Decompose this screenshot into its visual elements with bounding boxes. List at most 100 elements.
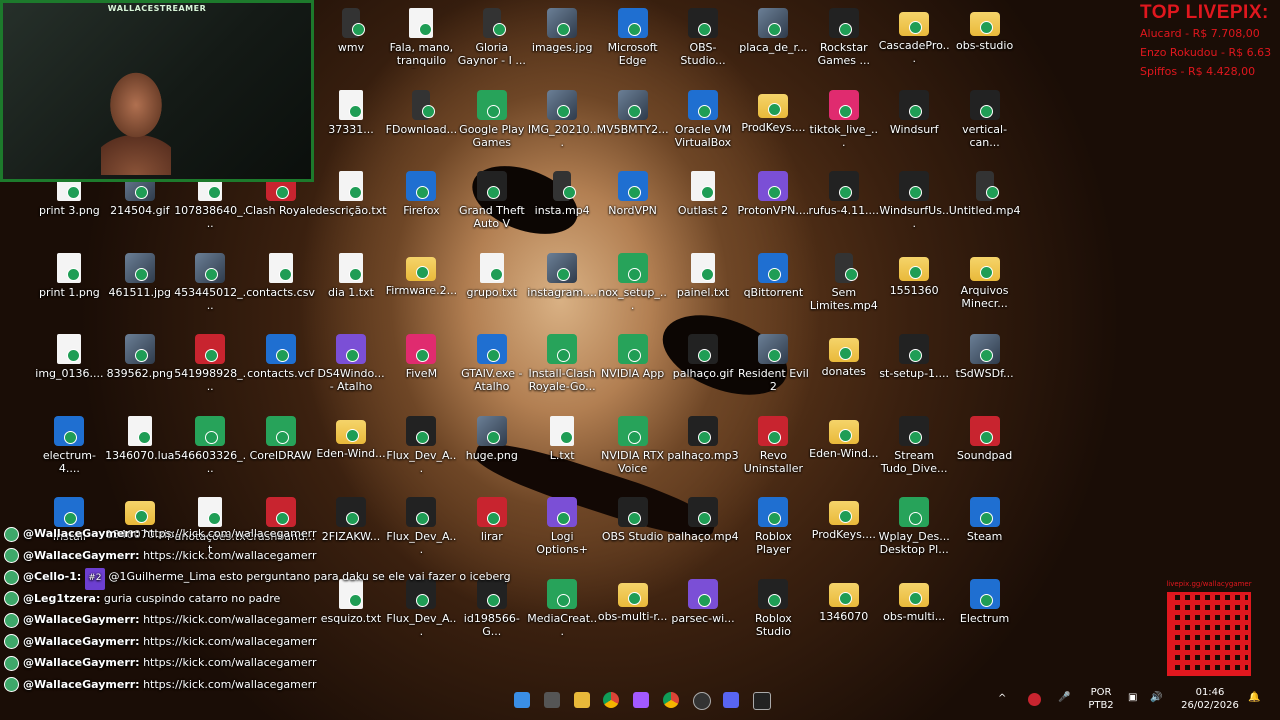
- desktop-icon[interactable]: rufus-4.11....: [808, 171, 880, 217]
- desktop-icon[interactable]: contacts.vcf: [245, 334, 317, 380]
- desktop-icon[interactable]: 1346070.lua: [104, 415, 176, 462]
- desktop-icon[interactable]: img_0136....: [33, 334, 105, 380]
- desktop-icon[interactable]: palhaço.gif: [667, 334, 739, 380]
- desktop-icon[interactable]: palhaço.mp4: [667, 497, 739, 543]
- desktop-icon[interactable]: Install-Clash Royale-Go...: [526, 334, 598, 393]
- desktop-icon[interactable]: Revo Uninstaller: [737, 415, 809, 475]
- desktop-icon[interactable]: dia 1.txt: [315, 252, 387, 299]
- desktop-icon[interactable]: obs-multi-r...: [597, 579, 669, 623]
- desktop-icon[interactable]: NVIDIA App: [597, 334, 669, 380]
- desktop-icon[interactable]: Untitled.mp4: [949, 171, 1021, 217]
- terminal-icon[interactable]: [753, 692, 771, 710]
- desktop-icon[interactable]: 546603326_...: [174, 415, 246, 475]
- desktop-icon[interactable]: 1551360: [878, 253, 950, 297]
- desktop-icon[interactable]: 461511.jpg: [104, 252, 176, 299]
- desktop-icon[interactable]: FDownload...: [385, 89, 457, 136]
- network-icon[interactable]: ▣: [1128, 691, 1137, 704]
- desktop-icon[interactable]: 1346070: [808, 579, 880, 623]
- desktop-icon[interactable]: ProdKeys....: [808, 497, 880, 541]
- desktop-icon[interactable]: FiveM: [385, 334, 457, 380]
- desktop-icon[interactable]: descrição.txt: [315, 171, 387, 217]
- desktop-icon[interactable]: 453445012_...: [174, 252, 246, 312]
- desktop-icon[interactable]: Microsoft Edge: [597, 8, 669, 67]
- desktop-icon[interactable]: Google Play Games: [456, 89, 528, 149]
- desktop-icon[interactable]: Logi Options+: [526, 497, 598, 556]
- desktop-icon[interactable]: 37331...: [315, 89, 387, 136]
- desktop-icon[interactable]: donates: [808, 334, 880, 378]
- desktop-icon[interactable]: palhaço.mp3: [667, 415, 739, 462]
- desktop-icon[interactable]: Rockstar Games ...: [808, 8, 880, 67]
- chrome-icon[interactable]: [603, 692, 619, 708]
- desktop-icon[interactable]: Wplay_Des... Desktop Pl...: [878, 497, 950, 556]
- desktop-icon[interactable]: obs-multi...: [878, 579, 950, 623]
- desktop-icon[interactable]: DS4Windo... - Atalho: [315, 334, 387, 393]
- desktop-icon[interactable]: IMG_20210...: [526, 89, 598, 149]
- desktop-icon[interactable]: st-setup-1....: [878, 334, 950, 380]
- notification-bell-icon[interactable]: 🔔: [1248, 691, 1260, 704]
- desktop-icon[interactable]: Firmware.2...: [385, 253, 457, 297]
- desktop-icon[interactable]: Roblox Studio: [737, 578, 809, 638]
- desktop-icon[interactable]: MediaCreat...: [526, 578, 598, 638]
- desktop-icon[interactable]: tSdWSDf...: [949, 334, 1021, 380]
- desktop-icon[interactable]: instagram....: [526, 252, 598, 299]
- desktop-icon[interactable]: Flux_Dev_A...: [385, 415, 457, 475]
- desktop-icon[interactable]: Electrum: [949, 578, 1021, 625]
- desktop-icon[interactable]: Arquivos Minecr...: [949, 253, 1021, 310]
- desktop-icon[interactable]: obs-studio: [949, 8, 1021, 52]
- desktop-icon[interactable]: Gloria Gaynor - I ...: [456, 8, 528, 67]
- tray-microphone-icon[interactable]: 🎤: [1058, 691, 1070, 704]
- desktop-icon[interactable]: WindsurfUs...: [878, 171, 950, 230]
- desktop-icon[interactable]: MV5BMTY2...: [597, 89, 669, 136]
- desktop-icon[interactable]: nox_setup_...: [597, 252, 669, 312]
- volume-icon[interactable]: 🔊: [1150, 691, 1162, 704]
- desktop-icon[interactable]: insta.mp4: [526, 171, 598, 217]
- desktop-icon[interactable]: painel.txt: [667, 252, 739, 299]
- desktop-icon[interactable]: Resident Evil 2: [737, 334, 809, 393]
- desktop-icon[interactable]: vertical-can...: [949, 89, 1021, 149]
- desktop-icon[interactable]: ProtonVPN....: [737, 171, 809, 217]
- desktop-icon[interactable]: Firefox: [385, 171, 457, 217]
- desktop-icon[interactable]: Soundpad: [949, 415, 1021, 462]
- tray-antivirus-icon[interactable]: [1028, 693, 1041, 706]
- clock[interactable]: 01:46 26/02/2026: [1174, 686, 1246, 712]
- desktop-icon[interactable]: Roblox Player: [737, 497, 809, 556]
- language-indicator[interactable]: POR PTB2: [1085, 686, 1117, 712]
- desktop-icon[interactable]: CorelDRAW: [245, 415, 317, 462]
- desktop-icon[interactable]: Grand Theft Auto V: [456, 171, 528, 230]
- desktop-icon[interactable]: Windsurf: [878, 89, 950, 136]
- desktop-icon[interactable]: qBittorrent: [737, 252, 809, 299]
- file-explorer-icon[interactable]: [574, 692, 590, 708]
- desktop-icon[interactable]: Steam: [949, 497, 1021, 543]
- desktop-icon[interactable]: Stream Tudo_Dive...: [878, 415, 950, 475]
- figma-icon[interactable]: [633, 692, 649, 708]
- desktop-icon[interactable]: wmv: [315, 8, 387, 54]
- desktop-icon[interactable]: huge.png: [456, 415, 528, 462]
- desktop-icon[interactable]: 839562.png: [104, 334, 176, 380]
- task-view-icon[interactable]: [544, 692, 560, 708]
- desktop-icon[interactable]: Oracle VM VirtualBox: [667, 89, 739, 149]
- desktop-icon[interactable]: Eden-Wind...: [315, 416, 387, 460]
- desktop-icon[interactable]: grupo.txt: [456, 252, 528, 299]
- desktop-icon[interactable]: GTAIV.exe - Atalho: [456, 334, 528, 393]
- desktop-icon[interactable]: parsec-wi...: [667, 578, 739, 625]
- desktop-icon[interactable]: OBS Studio: [597, 497, 669, 543]
- desktop-icon[interactable]: electrum-4....: [33, 415, 105, 475]
- desktop-icon[interactable]: placa_de_r...: [737, 8, 809, 54]
- desktop-icon[interactable]: Fala, mano, tranquilo fo...: [385, 8, 457, 69]
- discord-icon[interactable]: [723, 692, 739, 708]
- desktop-icon[interactable]: ProdKeys....: [737, 90, 809, 134]
- desktop-icon[interactable]: images.jpg: [526, 8, 598, 54]
- desktop-icon[interactable]: print 1.png: [33, 252, 105, 299]
- desktop-icon[interactable]: Outlast 2: [667, 171, 739, 217]
- start-icon[interactable]: [514, 692, 530, 708]
- desktop-icon[interactable]: Eden-Wind...: [808, 416, 880, 460]
- desktop-icon[interactable]: NVIDIA RTX Voice: [597, 415, 669, 475]
- chrome-alt-icon[interactable]: [663, 692, 679, 708]
- tray-chevron-up-icon[interactable]: ^: [998, 692, 1006, 705]
- desktop-icon[interactable]: 541998928_...: [174, 334, 246, 393]
- desktop-icon[interactable]: CascadePro...: [878, 8, 950, 65]
- desktop-icon[interactable]: contacts.csv: [245, 252, 317, 299]
- desktop-icon[interactable]: Sem Limites.mp4: [808, 252, 880, 312]
- desktop-icon[interactable]: L.txt: [526, 415, 598, 462]
- desktop-icon[interactable]: tiktok_live_...: [808, 89, 880, 149]
